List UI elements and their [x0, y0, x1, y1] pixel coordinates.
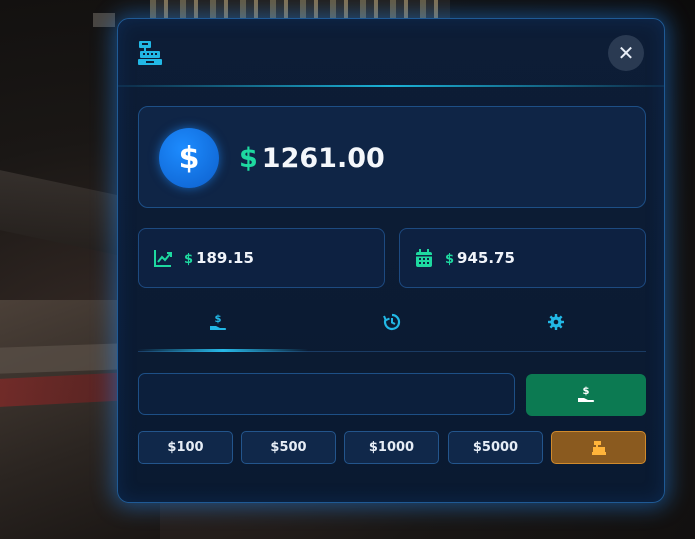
cash-register-icon — [591, 440, 606, 455]
tab-bar: $ — [138, 313, 646, 355]
amount-input[interactable] — [138, 373, 515, 415]
gear-icon — [548, 314, 564, 330]
calendar-icon — [416, 249, 432, 267]
balance-amount: $1261.00 — [239, 143, 385, 174]
balance-value: 1261.00 — [261, 143, 385, 174]
quick-amount-500[interactable]: $500 — [241, 431, 336, 464]
stat-earnings-amount: $189.15 — [184, 249, 254, 267]
svg-text:$: $ — [583, 386, 590, 397]
header-divider — [118, 85, 664, 87]
background-building-lights — [150, 0, 450, 18]
stat-monthly-currency: $ — [445, 252, 455, 267]
history-icon — [383, 313, 401, 331]
deposit-hand-icon: $ — [210, 314, 227, 330]
close-button[interactable]: ✕ — [608, 35, 644, 71]
cash-register-icon — [138, 41, 162, 65]
tab-active-indicator — [138, 349, 308, 352]
deposit-hand-icon: $ — [578, 386, 595, 402]
quick-amount-100[interactable]: $100 — [138, 431, 233, 464]
stat-earnings-currency: $ — [184, 252, 194, 267]
cash-register-panel: ✕ $ $1261.00 $189.15 $ 945.75 $ $ $100 $… — [117, 18, 665, 503]
tab-deposit[interactable]: $ — [138, 313, 298, 349]
trend-chart-icon — [154, 250, 172, 267]
balance-currency-symbol: $ — [239, 143, 258, 174]
dollar-coin-icon: $ — [159, 128, 219, 188]
stat-earnings-value: 189.15 — [196, 249, 254, 267]
close-icon: ✕ — [617, 41, 635, 65]
svg-text:$: $ — [215, 314, 222, 325]
quick-amount-5000[interactable]: $5000 — [448, 431, 543, 464]
deposit-button[interactable]: $ — [526, 374, 646, 416]
stat-monthly-value: 945.75 — [457, 249, 515, 267]
balance-card: $ $1261.00 — [138, 106, 646, 208]
stat-monthly-amount: $945.75 — [445, 249, 515, 267]
max-amount-button[interactable] — [551, 431, 646, 464]
quick-amount-1000[interactable]: $1000 — [344, 431, 439, 464]
stat-card-earnings: $189.15 — [138, 228, 385, 288]
panel-header: ✕ — [118, 19, 664, 87]
background-sign — [93, 13, 115, 27]
stat-card-monthly: $945.75 — [399, 228, 646, 288]
tab-history[interactable] — [312, 313, 472, 349]
tab-settings[interactable] — [476, 313, 636, 349]
